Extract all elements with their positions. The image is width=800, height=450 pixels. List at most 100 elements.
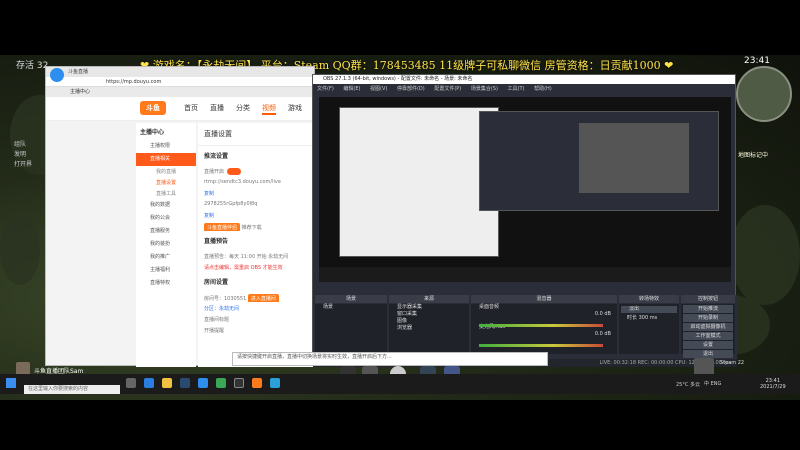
exit-button[interactable]: 退出 xyxy=(683,350,733,358)
sidebar-item[interactable]: 主播权限 xyxy=(136,140,196,153)
menu-tools[interactable]: 工具(T) xyxy=(508,86,525,92)
browser-title: 斗鱼直播 xyxy=(68,69,89,75)
menu-file[interactable]: 文件(F) xyxy=(317,86,334,92)
audio-meter xyxy=(479,344,603,347)
sidebar-item[interactable]: 我的装扮 xyxy=(136,238,196,251)
hud-line: 发明 xyxy=(14,151,27,158)
taskbar-search[interactable]: 在这里输入你要搜索的内容 xyxy=(24,385,120,394)
enter-room-button[interactable]: 进入直播间 xyxy=(247,294,279,302)
nav-item[interactable]: 分类 xyxy=(236,103,250,113)
weather-widget[interactable]: 25°C 多云 xyxy=(676,381,700,388)
toggle-label: 直播开启 xyxy=(204,169,225,175)
audio-meter xyxy=(479,324,603,327)
stream-key: 2978255rGpfp8y0l8q xyxy=(204,201,258,207)
nav-item[interactable]: 直播 xyxy=(210,103,224,113)
settings-button[interactable]: 设置 xyxy=(683,341,733,349)
sidebar-item[interactable]: 直播服务 xyxy=(136,225,196,238)
sidebar-item[interactable]: 我的公会 xyxy=(136,212,196,225)
scene-item[interactable]: 场景 xyxy=(315,304,387,311)
nav-item[interactable]: 首页 xyxy=(184,103,198,113)
menu-scene-collection[interactable]: 场景集合(S) xyxy=(471,86,498,92)
studio-mode-button[interactable]: 工作室模式 xyxy=(683,332,733,340)
menu-edit[interactable]: 编辑(E) xyxy=(343,86,360,92)
nav-item[interactable]: 游戏 xyxy=(288,103,302,113)
sidebar-item[interactable]: 直播特权 xyxy=(136,277,196,290)
room-row: 房间号：1030551 进入直播间 xyxy=(198,291,316,302)
steam-icon[interactable] xyxy=(180,378,190,388)
section-title: 推流设置 xyxy=(204,153,229,160)
sidebar-sub[interactable]: 直播工具 xyxy=(136,188,196,199)
windows-start-icon[interactable] xyxy=(6,378,16,388)
douyu-icon[interactable] xyxy=(252,378,262,388)
nested-browser xyxy=(339,107,499,257)
menu-help[interactable]: 帮助(H) xyxy=(534,86,552,92)
browser-logo-icon xyxy=(50,68,64,82)
download-label[interactable]: 推荐下载 xyxy=(242,225,262,231)
browser-taskbar-icon[interactable] xyxy=(198,378,208,388)
scenes-list: 场景 xyxy=(315,304,387,354)
dock-controls-header: 控制按钮 xyxy=(681,295,735,303)
hud-note: 地图标记中 xyxy=(738,152,769,159)
duration-row: 时长 300 ms xyxy=(619,315,679,322)
alive-count: 存活 32 xyxy=(16,61,49,71)
sidebar-item-active[interactable]: 直播相关 xyxy=(136,153,196,166)
site-logo[interactable]: 斗鱼 xyxy=(140,101,166,115)
task-view-icon[interactable] xyxy=(126,378,136,388)
source-item[interactable]: 显示器采集 xyxy=(389,304,469,311)
nested-taskbar xyxy=(319,267,731,282)
copy-button[interactable]: 复制 xyxy=(198,209,316,220)
content-panel: 直播设置 推流设置 直播开启 rtmp://sendtc3.douyu.com/… xyxy=(198,123,316,367)
taskbar-date: 2021/7/29 xyxy=(760,384,786,390)
minimap xyxy=(736,66,792,122)
explorer-icon[interactable] xyxy=(162,378,172,388)
copy-button[interactable]: 复制 xyxy=(198,187,316,198)
nav-item-active[interactable]: 视频 xyxy=(262,103,276,115)
obs-menubar: 文件(F) 编辑(E) 视图(V) 停靠部件(D) 配置文件(P) 场景集合(S… xyxy=(313,84,735,94)
taskbar-clock[interactable]: 23:41 2021/7/29 xyxy=(760,378,786,390)
source-item[interactable]: 浏览器 xyxy=(389,325,469,332)
hud-line: 打开界 xyxy=(14,161,33,168)
menu-profile[interactable]: 配置文件(P) xyxy=(434,86,461,92)
stream-screen: ❤ 游戏名：【永劫无间】 平台：Steam QQ群：178453485 11级牌… xyxy=(0,0,800,450)
qq-icon[interactable] xyxy=(270,378,280,388)
mixer-channel-label: 桌面音频 xyxy=(479,304,500,310)
sidebar-sub-active[interactable]: 直播设置 xyxy=(136,177,196,188)
category-row[interactable]: 分区：永劫无间 xyxy=(198,302,316,313)
source-item[interactable]: 图像 xyxy=(389,318,469,325)
dock-transition-header: 转场特效 xyxy=(619,295,679,303)
address-bar[interactable]: https://mp.douyu.com xyxy=(46,77,314,87)
obs-taskbar-icon[interactable] xyxy=(234,378,244,388)
obs-titlebar: OBS 27.1.3 (64-bit, windows) - 配置文件: 未命名… xyxy=(313,75,735,84)
hud-line: 组队 xyxy=(14,141,27,148)
transition-panel: 淡出 时长 300 ms xyxy=(619,304,679,354)
controls-panel: 开始推流 开始录制 启动虚拟摄像机 工作室模式 设置 退出 xyxy=(681,304,735,358)
browser-titlebar: 斗鱼直播 xyxy=(46,67,314,82)
virtual-camera-button[interactable]: 启动虚拟摄像机 xyxy=(683,323,733,331)
transition-select[interactable]: 淡出 xyxy=(621,306,677,313)
rtmp-address: rtmp://sendtc3.douyu.com/live xyxy=(204,179,281,185)
duration-label: 时长 xyxy=(627,315,638,321)
sidebar-sub[interactable]: 我的直播 xyxy=(136,166,196,177)
section-title: 直播预告 xyxy=(204,238,229,245)
start-recording-button[interactable]: 开始录制 xyxy=(683,314,733,322)
notify-row: 开播提醒 xyxy=(204,328,225,334)
browser-tab[interactable]: 主播中心 xyxy=(46,87,314,97)
nested-obs-inner xyxy=(579,123,689,193)
menu-docks[interactable]: 停靠部件(D) xyxy=(397,86,425,92)
sidebar-item[interactable]: 我的推广 xyxy=(136,251,196,264)
obs-preview[interactable] xyxy=(319,97,731,282)
section-title: 房间设置 xyxy=(204,279,229,286)
source-item[interactable]: 窗口采集 xyxy=(389,311,469,318)
start-streaming-button[interactable]: 开始推流 xyxy=(683,305,733,313)
sidebar-item[interactable]: 主播福利 xyxy=(136,264,196,277)
companion-button[interactable]: 斗鱼直播伴侣 xyxy=(204,223,241,231)
title-row: 直播间标题 xyxy=(204,317,230,323)
duration-value[interactable]: 300 ms xyxy=(639,315,658,321)
menu-view[interactable]: 视图(V) xyxy=(370,86,387,92)
sidebar-item[interactable]: 我的数据 xyxy=(136,199,196,212)
dock-sources-header: 来源 xyxy=(389,295,469,303)
wechat-icon[interactable] xyxy=(216,378,226,388)
system-tray[interactable]: 中 ENG xyxy=(704,380,721,387)
edge-icon[interactable] xyxy=(144,378,154,388)
live-toggle[interactable] xyxy=(227,168,242,175)
